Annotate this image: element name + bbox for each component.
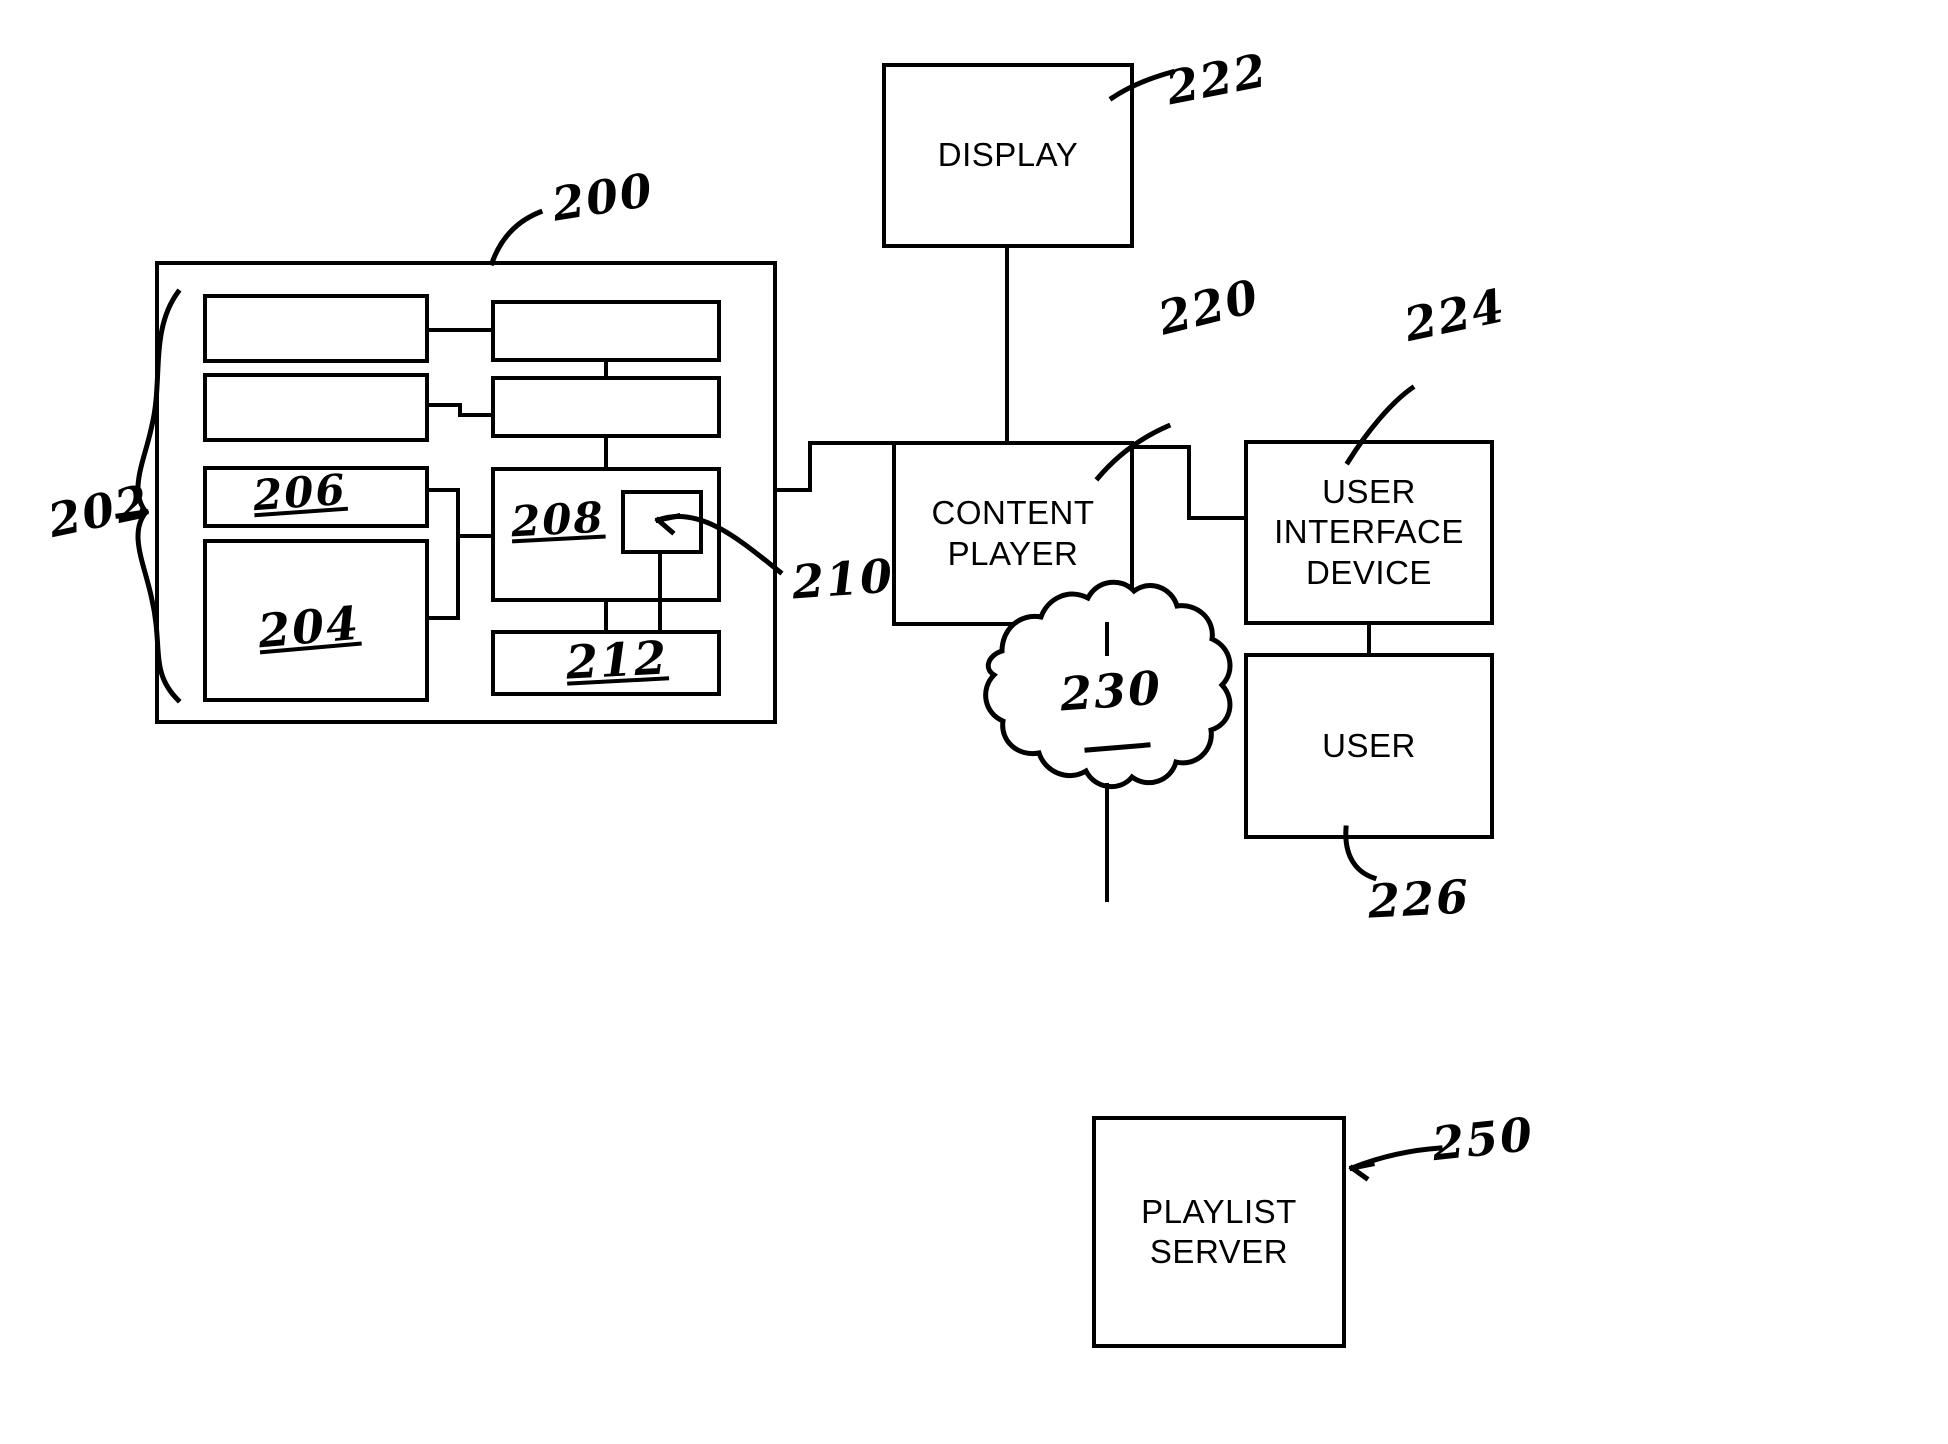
link-contentplayer-uid (1130, 445, 1248, 520)
block-208 (491, 467, 721, 602)
figure-canvas: DISPLAY CONTENT PLAYER USER INTERFACE DE… (0, 0, 1948, 1444)
block-212 (491, 630, 721, 696)
diagram-vector-layer (115, 63, 1494, 1348)
block-mid-right (491, 376, 721, 438)
link-midleft-midright (425, 403, 495, 417)
leader-250-arrowhead (1348, 1161, 1375, 1182)
block-display (882, 63, 1134, 248)
block-204 (203, 539, 429, 702)
block-top-left (203, 294, 429, 363)
block-206 (203, 466, 429, 528)
block-user-interface-device (1244, 440, 1494, 625)
leader-210-arrowhead (654, 513, 681, 536)
block-top-right (491, 300, 721, 362)
leader-224 (1344, 384, 1416, 466)
link-206-208 (425, 488, 495, 538)
link-200-contentplayer (773, 441, 902, 492)
block-playlist-server (1092, 1116, 1346, 1348)
block-mid-left (203, 373, 429, 442)
cloud-230 (983, 579, 1233, 790)
block-user (1244, 653, 1494, 839)
link-204-bus (425, 534, 460, 620)
leader-222 (1108, 68, 1176, 102)
leader-200 (488, 208, 544, 267)
